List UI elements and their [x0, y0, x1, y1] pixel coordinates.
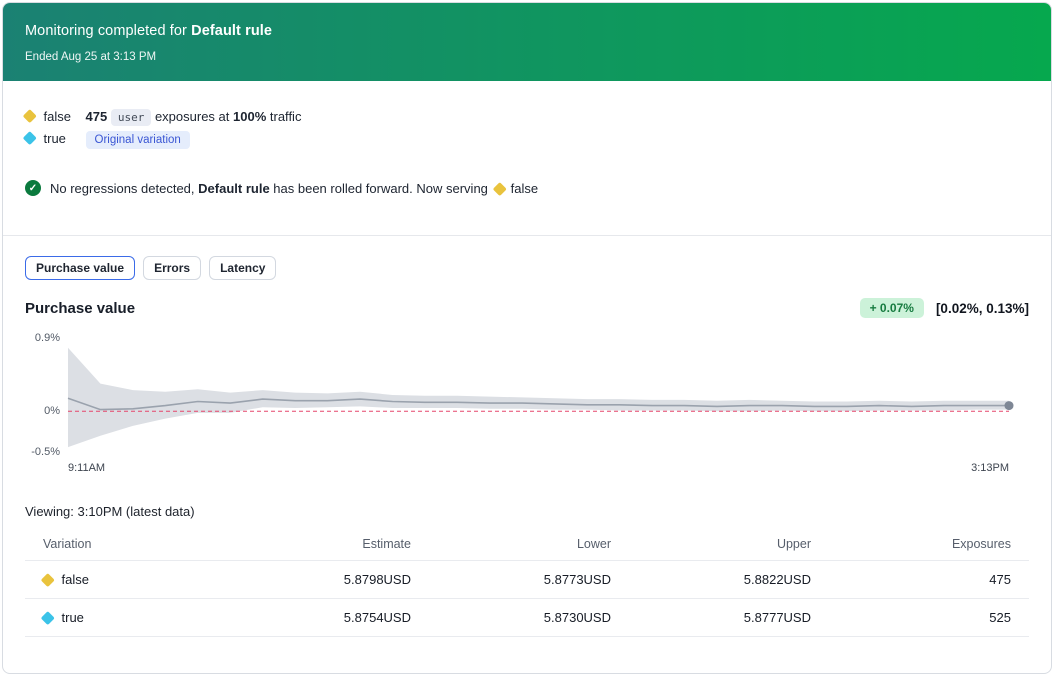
exposure-count: 475 — [86, 109, 108, 124]
lower-value: 5.8730USD — [411, 610, 611, 625]
x-axis-end-label: 3:13PM — [971, 462, 1009, 474]
estimate-value: 5.8754USD — [236, 610, 411, 625]
exposures-value: 525 — [811, 610, 1011, 625]
variation-name: true — [44, 131, 80, 146]
variation-true-diamond-icon — [23, 131, 36, 144]
y-tick-label: -0.5% — [31, 446, 60, 458]
status-prefix: No regressions detected, — [50, 181, 195, 196]
upper-value: 5.8822USD — [611, 572, 811, 587]
metrics-section: Purchase value Errors Latency Purchase v… — [3, 235, 1051, 673]
latest-point-dot — [1005, 401, 1014, 410]
summary-section: false 475 user exposures at 100% traffic… — [3, 81, 1051, 235]
metric-title: Purchase value — [25, 300, 135, 317]
tab-errors[interactable]: Errors — [143, 256, 201, 280]
status-row: ✓ No regressions detected, Default rule … — [25, 177, 1029, 199]
serving-variation-diamond-icon — [493, 182, 506, 195]
variation-row-false: false 475 user exposures at 100% traffic — [25, 105, 1029, 127]
exposures-value: 475 — [811, 572, 1011, 587]
x-axis-start-label: 9:11AM — [68, 462, 105, 474]
banner-title-prefix: Monitoring completed for — [25, 23, 187, 39]
context-kind-badge: user — [111, 109, 152, 126]
column-header-upper: Upper — [611, 537, 811, 551]
purchase-value-chart: 0.9% 0% -0.5% 9:11AM 3:13PM — [25, 334, 1029, 474]
banner-title: Monitoring completed for Default rule — [25, 23, 1029, 39]
estimate-value: 5.8798USD — [236, 572, 411, 587]
metric-header: Purchase value + 0.07% [0.02%, 0.13%] — [25, 298, 1029, 318]
y-tick-label: 0% — [44, 405, 60, 417]
y-tick-label: 0.9% — [35, 332, 60, 344]
variation-cell: false — [43, 572, 236, 587]
banner-subtitle: Ended Aug 25 at 3:13 PM — [25, 51, 1029, 63]
lower-value: 5.8773USD — [411, 572, 611, 587]
chart-canvas — [68, 334, 1009, 456]
variation-name: false — [62, 572, 89, 587]
upper-value: 5.8777USD — [611, 610, 811, 625]
serving-variation-name: false — [511, 181, 538, 196]
banner: Monitoring completed for Default rule En… — [3, 3, 1051, 81]
table-row-false: false 5.8798USD 5.8773USD 5.8822USD 475 — [25, 561, 1029, 599]
column-header-exposures: Exposures — [811, 537, 1011, 551]
metric-stats: + 0.07% [0.02%, 0.13%] — [860, 298, 1029, 318]
status-middle: has been rolled forward. Now serving — [273, 181, 488, 196]
table-row-true: true 5.8754USD 5.8730USD 5.8777USD 525 — [25, 599, 1029, 637]
variation-false-diamond-icon — [23, 109, 36, 122]
variation-false-diamond-icon — [41, 573, 54, 586]
traffic-percentage: 100% — [233, 109, 266, 124]
variation-row-true: true Original variation — [25, 127, 1029, 149]
metric-tabs: Purchase value Errors Latency — [25, 256, 1029, 280]
monitoring-card: Monitoring completed for Default rule En… — [2, 2, 1052, 674]
variation-cell: true — [43, 610, 236, 625]
variation-name: false — [44, 109, 80, 124]
exposure-text-mid: exposures at — [155, 109, 229, 124]
variation-true-diamond-icon — [41, 611, 54, 624]
change-badge: + 0.07% — [860, 298, 924, 318]
y-axis-labels: 0.9% 0% -0.5% — [25, 334, 68, 456]
original-variation-badge: Original variation — [86, 131, 190, 149]
exposure-summary: 475 user exposures at 100% traffic — [86, 109, 302, 124]
variation-name: true — [62, 610, 84, 625]
viewing-label: Viewing: 3:10PM (latest data) — [25, 504, 1029, 519]
confidence-band — [68, 348, 1009, 447]
column-header-lower: Lower — [411, 537, 611, 551]
banner-rule-name: Default rule — [191, 23, 272, 39]
tab-purchase-value[interactable]: Purchase value — [25, 256, 135, 280]
chart-plot-area: 9:11AM 3:13PM — [68, 334, 1009, 474]
column-header-estimate: Estimate — [236, 537, 411, 551]
confidence-interval: [0.02%, 0.13%] — [936, 301, 1029, 316]
status-message: No regressions detected, Default rule ha… — [50, 181, 538, 196]
exposure-text-end: traffic — [270, 109, 302, 124]
results-table: Variation Estimate Lower Upper Exposures… — [25, 527, 1029, 637]
status-rule-name: Default rule — [198, 181, 270, 196]
column-header-variation: Variation — [43, 537, 236, 551]
success-check-icon: ✓ — [25, 180, 41, 196]
table-header-row: Variation Estimate Lower Upper Exposures — [25, 527, 1029, 561]
tab-latency[interactable]: Latency — [209, 256, 276, 280]
x-axis-labels: 9:11AM 3:13PM — [68, 462, 1009, 474]
variation-badge-wrap: Original variation — [86, 131, 190, 146]
